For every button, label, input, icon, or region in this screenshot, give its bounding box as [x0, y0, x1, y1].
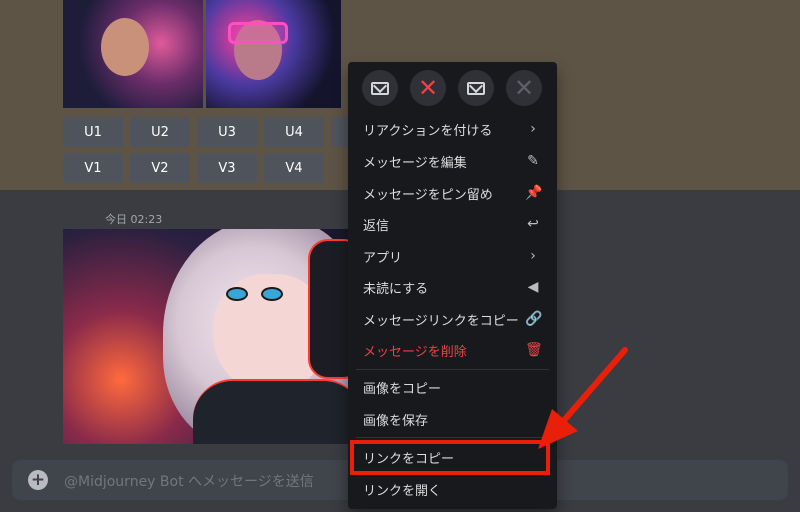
quick-reaction-mail-button[interactable]: [362, 70, 398, 106]
link-icon: 🔗: [525, 311, 543, 327]
chevron-right-icon: ›: [530, 248, 536, 264]
menu-item-delete-message[interactable]: メッセージを削除 🗑: [356, 336, 549, 364]
u2-button[interactable]: U2: [130, 117, 190, 147]
menu-item-copy-message-link[interactable]: メッセージリンクをコピー 🔗: [356, 305, 549, 333]
menu-separator: [356, 369, 549, 370]
menu-item-mark-unread[interactable]: 未読にする ◀: [356, 273, 549, 301]
add-attachment-icon[interactable]: +: [28, 470, 48, 490]
upscaled-image[interactable]: [63, 229, 353, 444]
menu-item-label: メッセージをピン留め: [363, 187, 493, 203]
portrait-face: [101, 18, 149, 76]
composer-placeholder[interactable]: @Midjourney Bot へメッセージを送信: [64, 471, 314, 491]
menu-item-label: メッセージを編集: [363, 155, 467, 171]
menu-item-label: 未読にする: [363, 281, 429, 297]
u3-button[interactable]: U3: [197, 117, 257, 147]
menu-item-label: 画像を保存: [363, 413, 429, 429]
v3-button[interactable]: V3: [197, 153, 257, 183]
menu-item-label: 画像をコピー: [363, 381, 442, 397]
chevron-right-icon: ›: [530, 121, 536, 137]
menu-item-reply[interactable]: 返信 ↩: [356, 210, 549, 238]
quick-reaction-mail-button[interactable]: [458, 70, 494, 106]
menu-item-label: メッセージリンクをコピー: [363, 313, 519, 329]
v4-button[interactable]: V4: [264, 153, 324, 183]
menu-item-label: 返信: [363, 218, 390, 234]
illustration-headset: [308, 239, 353, 379]
menu-item-add-reaction[interactable]: リアクションを付ける ›: [356, 115, 549, 143]
illustration-jacket: [193, 379, 353, 444]
quick-reaction-x-button[interactable]: ✕: [506, 70, 542, 106]
generated-image-2[interactable]: [206, 0, 341, 108]
menu-item-label: リンクを開く: [363, 483, 442, 499]
menu-item-label: アプリ: [363, 250, 403, 266]
u1-button[interactable]: U1: [63, 117, 123, 147]
v1-button[interactable]: V1: [63, 153, 123, 183]
menu-item-label: メッセージを削除: [363, 344, 467, 360]
menu-separator: [356, 437, 549, 438]
x-icon: ✕: [513, 74, 535, 102]
upscale-button-row: U1 U2 U3 U4: [63, 117, 351, 147]
quick-reaction-row: ✕ ✕: [362, 70, 542, 106]
illustration-eye: [263, 289, 281, 299]
v2-button[interactable]: V2: [130, 153, 190, 183]
variation-button-row: V1 V2 V3 V4: [63, 153, 324, 183]
generated-image-1[interactable]: [63, 0, 203, 108]
menu-item-label: リンクをコピー: [363, 451, 455, 467]
mail-icon: [467, 81, 485, 95]
menu-item-edit-message[interactable]: メッセージを編集 ✎: [356, 147, 549, 175]
menu-item-pin-message[interactable]: メッセージをピン留め 📌: [356, 179, 549, 207]
message-timestamp: 今日 02:23: [105, 213, 163, 226]
quick-reaction-x-button[interactable]: ✕: [410, 70, 446, 106]
illustration-eye: [228, 289, 246, 299]
tag-icon: ◀: [527, 279, 539, 295]
menu-item-save-image[interactable]: 画像を保存: [356, 405, 549, 433]
pin-icon: 📌: [525, 185, 543, 201]
menu-item-open-link[interactable]: リンクを開く: [356, 475, 549, 503]
menu-item-copy-link[interactable]: リンクをコピー: [356, 443, 549, 471]
menu-item-label: リアクションを付ける: [363, 123, 493, 139]
annotation-arrow: [538, 347, 628, 449]
menu-item-apps[interactable]: アプリ ›: [356, 242, 549, 270]
message-context-menu: ✕ ✕ リアクションを付ける › メッセージを編集 ✎ メッセージをピン留め 📌…: [348, 62, 557, 509]
pencil-icon: ✎: [527, 153, 539, 169]
menu-item-copy-image[interactable]: 画像をコピー: [356, 373, 549, 401]
mail-icon: [371, 81, 389, 95]
u4-button[interactable]: U4: [264, 117, 324, 147]
vr-visor: [228, 22, 288, 44]
x-icon: ✕: [417, 74, 439, 102]
reply-icon: ↩: [527, 216, 539, 232]
